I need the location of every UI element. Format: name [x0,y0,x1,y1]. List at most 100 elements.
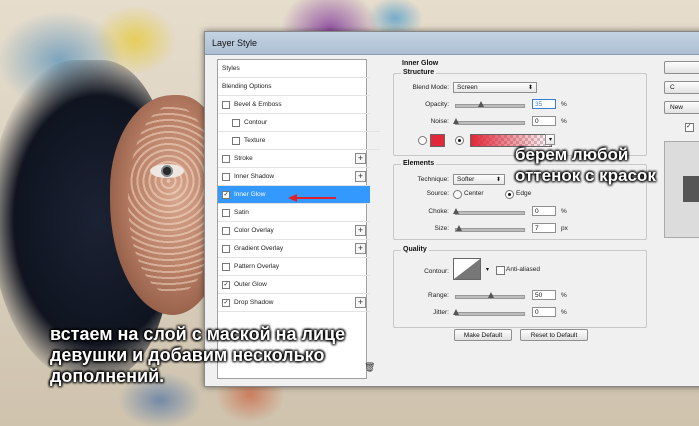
source-center-label: Center [464,190,484,197]
style-item[interactable]: Stroke + [218,150,370,168]
style-item-checkbox[interactable] [232,136,240,145]
structure-title: Structure [401,69,437,76]
make-default-button[interactable]: Make Default [454,329,512,341]
size-slider[interactable] [455,225,525,232]
opacity-slider[interactable] [455,101,525,108]
size-unit: px [561,225,568,232]
blend-mode-select[interactable]: Screen ⬍ [453,82,537,93]
quality-title: Quality [401,246,429,253]
choke-slider[interactable] [453,208,525,215]
technique-label: Technique: [417,176,449,183]
style-item-checkbox[interactable] [222,172,230,181]
style-item[interactable]: Inner Shadow + [218,168,370,186]
opacity-slider-thumb[interactable] [477,101,484,107]
style-item[interactable]: Contour [218,114,380,132]
choke-field[interactable]: 0 [532,206,556,216]
style-item-label: Blending Options [222,83,272,90]
noise-field[interactable]: 0 [532,116,556,126]
red-arrow-annotation [288,194,336,202]
chevron-updown-icon: ⬍ [495,177,501,183]
add-effect-icon[interactable]: + [355,243,366,254]
source-edge-label: Edge [516,190,532,197]
style-item-checkbox[interactable] [222,208,230,217]
blend-mode-label: Blend Mode: [412,84,450,91]
eye-illustration [150,164,184,178]
technique-value: Softer [457,176,475,183]
elements-title: Elements [401,160,437,167]
style-item-checkbox[interactable] [232,118,240,127]
noise-slider-thumb[interactable] [453,118,459,124]
chevron-down-icon: ▾ [485,267,489,273]
opacity-label: Opacity: [425,101,449,108]
dialog-titlebar[interactable]: Layer Style [205,32,699,55]
opacity-unit: % [561,101,567,108]
cancel-button[interactable]: C [664,81,699,94]
style-item-label: Pattern Overlay [234,263,280,270]
anti-aliased-checkbox[interactable] [496,266,505,275]
style-item[interactable]: Gradient Overlay + [218,240,370,258]
jitter-field[interactable]: 0 [532,307,556,317]
solid-color-radio[interactable] [418,136,427,145]
jitter-slider-thumb[interactable] [453,309,459,315]
style-item-checkbox[interactable]: ✓ [222,280,230,289]
ok-button[interactable] [664,61,699,74]
add-effect-icon[interactable]: + [355,297,366,308]
size-label: Size: [434,225,449,232]
technique-select[interactable]: Softer ⬍ [453,174,505,185]
glow-color-swatch[interactable] [430,134,445,147]
style-item[interactable]: ✓ Drop Shadow + [218,294,370,312]
add-effect-icon[interactable]: + [355,153,366,164]
range-label: Range: [428,292,449,299]
noise-slider[interactable] [453,118,525,125]
add-effect-icon[interactable]: + [355,225,366,236]
contour-preview[interactable] [453,258,481,280]
style-item-checkbox[interactable] [222,244,230,253]
style-item-label: Stroke [234,155,253,162]
reset-default-button[interactable]: Reset to Default [520,329,588,341]
size-slider-thumb[interactable] [455,225,462,231]
caption-right: берем любой оттенок с красок [515,145,656,185]
style-item-checkbox[interactable] [222,100,230,109]
style-item-label: Outer Glow [234,281,267,288]
style-item[interactable]: Satin [218,204,370,222]
style-item-label: Gradient Overlay [234,245,284,252]
style-item-label: Bevel & Emboss [234,101,282,108]
range-field[interactable]: 50 [532,290,556,300]
style-item[interactable]: Color Overlay + [218,222,370,240]
contour-label: Contour: [424,268,449,275]
style-item[interactable]: Bevel & Emboss [218,96,370,114]
style-item-checkbox[interactable]: ✓ [222,190,230,199]
jitter-slider[interactable] [453,309,525,316]
style-item-checkbox[interactable] [222,262,230,271]
style-item-label: Texture [244,137,266,144]
style-item[interactable]: Pattern Overlay [218,258,370,276]
style-item[interactable]: ✓ Outer Glow [218,276,370,294]
noise-unit: % [561,118,567,125]
gradient-radio[interactable] [455,136,464,145]
style-item[interactable]: Texture [218,132,380,150]
new-style-button[interactable]: New [664,101,699,114]
style-item[interactable]: Styles [218,60,370,78]
range-slider-thumb[interactable] [488,292,494,298]
style-item-label: Contour [244,119,268,126]
choke-slider-thumb[interactable] [453,208,459,214]
source-edge-radio[interactable] [505,190,514,199]
range-slider[interactable] [455,292,525,299]
style-item-checkbox[interactable] [222,226,230,235]
add-effect-icon[interactable]: + [355,171,366,182]
style-item[interactable]: Blending Options [218,78,370,96]
style-item-checkbox[interactable]: ✓ [222,298,230,307]
style-item-label: Color Overlay [234,227,274,234]
anti-aliased-label: Anti-aliased [506,266,540,273]
size-field[interactable]: 7 [532,223,556,233]
inner-glow-heading: Inner Glow [402,60,439,67]
contour-dropdown[interactable]: ▾ [481,265,489,276]
style-item-checkbox[interactable] [222,154,230,163]
noise-label: Noise: [430,118,449,125]
source-center-radio[interactable] [453,190,462,199]
preview-checkbox[interactable]: ✓ [685,123,694,132]
jitter-unit: % [561,309,567,316]
opacity-field[interactable]: 35 [532,99,556,109]
jitter-label: Jitter: [433,309,449,316]
choke-label: Choke: [428,208,449,215]
